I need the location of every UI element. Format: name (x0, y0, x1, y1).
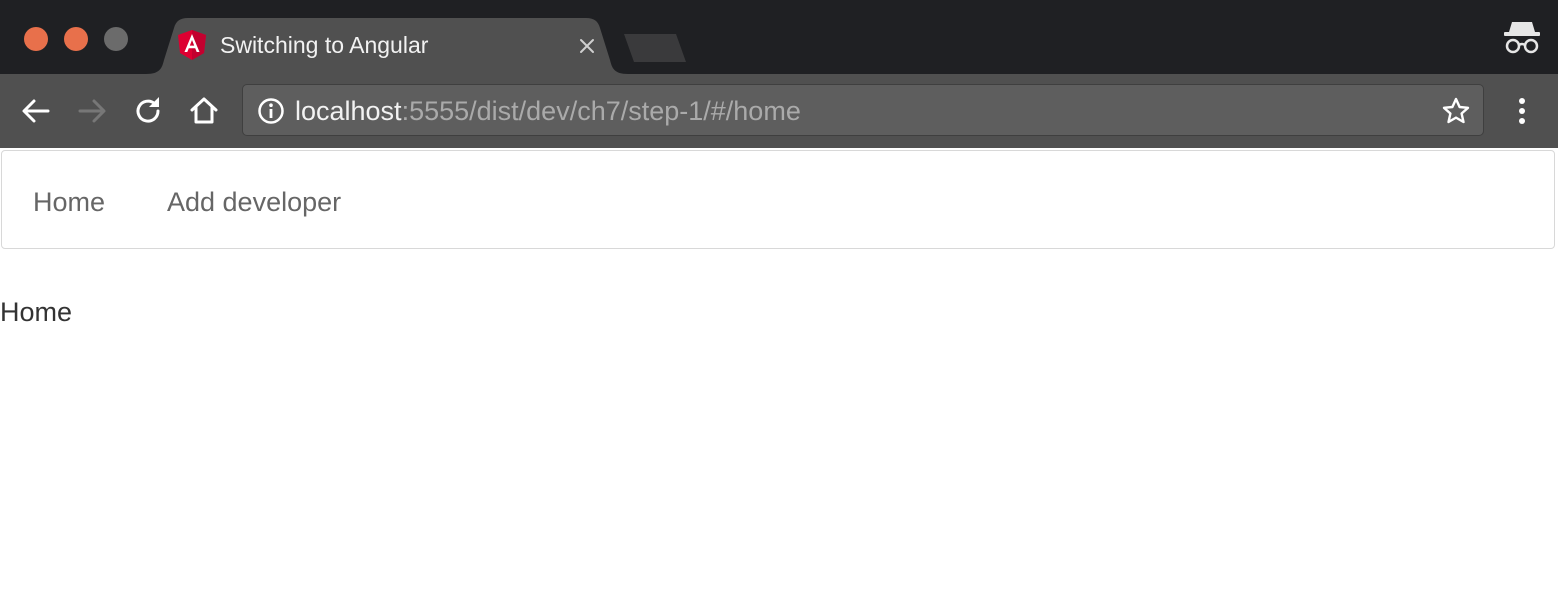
app-navbar: Home Add developer (1, 150, 1555, 249)
url-path: :5555/dist/dev/ch7/step-1/#/home (401, 96, 801, 126)
url-host: localhost (295, 96, 402, 126)
window-maximize-button[interactable] (104, 27, 128, 51)
angular-logo-icon (178, 30, 206, 60)
window-close-button[interactable] (24, 27, 48, 51)
tab-strip: Switching to Angular (0, 0, 1558, 74)
tab-title: Switching to Angular (220, 32, 429, 58)
info-icon[interactable] (257, 97, 285, 125)
close-icon[interactable] (576, 35, 598, 57)
browser-window: Switching to Angular localhost:5555/dist… (0, 0, 1558, 608)
nav-link-add-developer[interactable]: Add developer (167, 187, 341, 217)
browser-toolbar: localhost:5555/dist/dev/ch7/step-1/#/hom… (0, 74, 1558, 148)
nav-link-home[interactable]: Home (33, 187, 105, 217)
arrow-left-icon[interactable] (18, 93, 54, 129)
home-icon[interactable] (186, 93, 222, 129)
new-tab-button[interactable] (620, 34, 688, 62)
window-minimize-button[interactable] (64, 27, 88, 51)
address-url[interactable]: localhost:5555/dist/dev/ch7/step-1/#/hom… (295, 96, 801, 126)
incognito-icon (1504, 22, 1540, 54)
active-tab[interactable]: Switching to Angular (146, 18, 628, 74)
page-content: Home Add developer Home (0, 148, 1558, 608)
arrow-right-icon[interactable] (74, 93, 110, 129)
page-heading: Home (0, 297, 73, 327)
reload-icon[interactable] (130, 93, 166, 129)
star-icon[interactable] (1441, 96, 1471, 126)
address-bar[interactable]: localhost:5555/dist/dev/ch7/step-1/#/hom… (242, 84, 1484, 136)
kebab-menu-icon[interactable] (1510, 93, 1534, 129)
